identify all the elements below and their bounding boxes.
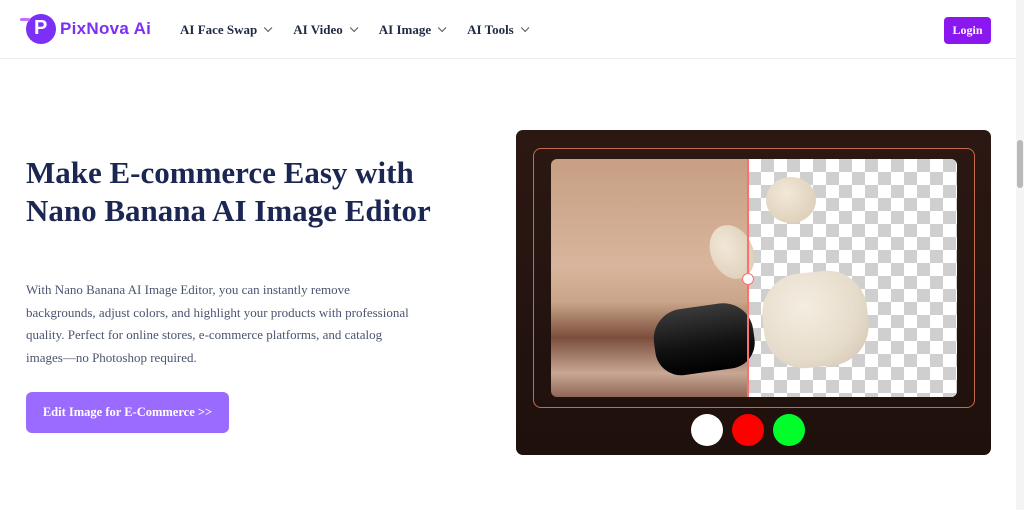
swatch-green[interactable]: [773, 414, 805, 446]
scrollbar-thumb[interactable]: [1017, 140, 1023, 188]
login-button[interactable]: Login: [944, 17, 991, 44]
nav-item-label: AI Video: [293, 22, 343, 37]
earbud-image: [766, 177, 816, 223]
hero-description: With Nano Banana AI Image Editor, you ca…: [26, 282, 409, 365]
nav-item-label: AI Tools: [467, 22, 514, 37]
nav-item-ai-face-swap[interactable]: AI Face Swap: [180, 22, 273, 38]
nav-item-ai-image[interactable]: AI Image: [378, 22, 447, 38]
swatch-red[interactable]: [732, 414, 764, 446]
brand-logo[interactable]: PixNova Ai: [20, 14, 152, 44]
chevron-down-icon: [349, 23, 359, 33]
hero-title: Make E-commerce Easy with Nano Banana AI…: [26, 155, 431, 228]
chevron-down-icon: [438, 23, 447, 33]
top-navigation-bar: PixNova Ai AI Face Swap AI Video AI Imag…: [0, 0, 1016, 59]
nav-item-label: AI Image: [378, 22, 432, 37]
logo-icon: [20, 14, 56, 44]
background-color-swatches: [691, 414, 805, 446]
main-nav: AI Face Swap AI Video AI Image AI Tools: [180, 22, 530, 38]
brand-name: PixNova Ai: [60, 19, 152, 38]
chevron-down-icon: [520, 23, 530, 33]
before-after-comparison[interactable]: [551, 159, 957, 397]
nav-item-ai-video[interactable]: AI Video: [293, 22, 359, 38]
image-preview-panel: [516, 130, 991, 455]
nav-item-ai-tools[interactable]: AI Tools: [467, 22, 530, 38]
page-scrollbar[interactable]: [1016, 0, 1024, 510]
edit-image-ecommerce-button[interactable]: Edit Image for E-Commerce >>: [26, 392, 229, 433]
comparison-slider-handle[interactable]: [742, 273, 754, 285]
nav-item-label: AI Face Swap: [180, 22, 258, 37]
swatch-white[interactable]: [691, 414, 723, 446]
chevron-down-icon: [264, 23, 273, 33]
